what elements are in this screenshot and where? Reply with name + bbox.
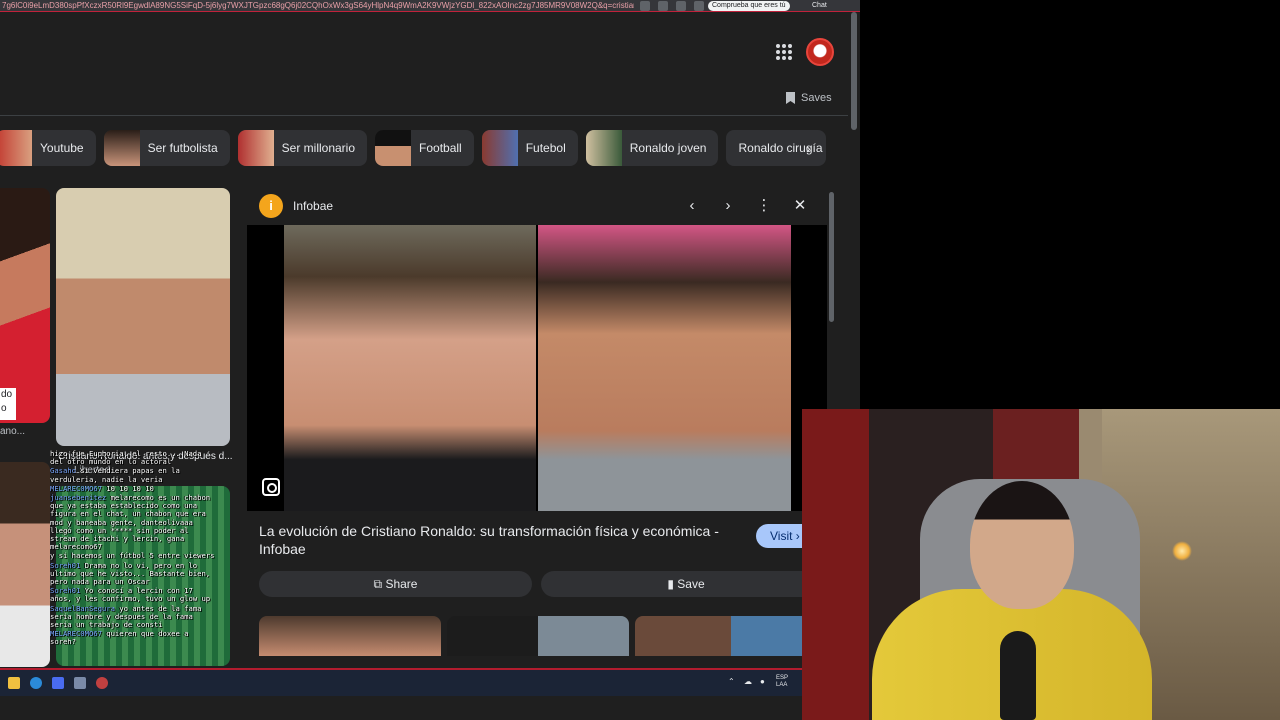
chip-label: Futebol bbox=[525, 141, 566, 155]
chip-label: Youtube bbox=[40, 141, 84, 155]
related-image-2[interactable] bbox=[447, 616, 629, 656]
chat-message: hizo fue Euphoria, el resto... Nada del … bbox=[50, 450, 202, 467]
chevron-right-icon[interactable]: › bbox=[716, 194, 740, 218]
account-avatar[interactable] bbox=[806, 38, 834, 66]
chip-futebol[interactable]: Futebol bbox=[481, 130, 578, 166]
chevron-left-icon[interactable]: ‹ bbox=[680, 194, 704, 218]
infobae-logo-icon[interactable]: i bbox=[259, 194, 283, 218]
visit-label: Visit bbox=[770, 529, 793, 543]
preview-title-link[interactable]: La evolución de Cristiano Ronaldo: su tr… bbox=[259, 522, 739, 558]
more-vert-icon[interactable]: ⋮ bbox=[752, 194, 776, 218]
chip-ser-futbolista[interactable]: Ser futbolista bbox=[103, 130, 230, 166]
chip-thumbnail bbox=[0, 130, 32, 166]
result-image-3[interactable] bbox=[0, 462, 50, 667]
save-button[interactable]: ▮ Save bbox=[541, 571, 831, 597]
chip-label: Football bbox=[419, 141, 462, 155]
result-caption-1[interactable]: ano... bbox=[0, 426, 25, 437]
chat-message: Gasaho si vendiera papas en la verduleri… bbox=[50, 466, 180, 484]
edge-icon[interactable] bbox=[30, 677, 42, 689]
preview-image-before bbox=[284, 225, 536, 511]
share-label: Share bbox=[385, 577, 418, 591]
chat-message: juansebenitez melarecomo es un chabon qu… bbox=[50, 493, 211, 552]
profile-pill[interactable]: Comprueba que eres tú bbox=[708, 1, 790, 11]
chip-ronaldo-joven[interactable]: Ronaldo joven bbox=[585, 130, 719, 166]
related-image-1[interactable] bbox=[259, 616, 441, 656]
chevron-right-icon: › bbox=[795, 529, 800, 543]
chrome-icon[interactable] bbox=[96, 677, 108, 689]
preview-image-after bbox=[538, 225, 791, 511]
chip-ronaldo-cirugia[interactable]: Ronaldo cirugía bbox=[726, 130, 827, 166]
chip-thumbnail bbox=[481, 130, 518, 166]
webcam-streamer-head bbox=[970, 481, 1074, 609]
google-lens-icon[interactable] bbox=[262, 478, 280, 496]
save-label: Save bbox=[677, 577, 705, 591]
chat-message: y si hacemos un fútbol 5 entre viewers bbox=[50, 551, 215, 561]
webcam-lamp bbox=[1172, 541, 1192, 561]
file-explorer-icon[interactable] bbox=[8, 677, 20, 689]
chip-thumbnail bbox=[103, 130, 140, 166]
chip-football[interactable]: Football bbox=[375, 130, 474, 166]
bookmark-icon: ▮ bbox=[667, 577, 674, 591]
windows-taskbar: ⌃ ☁ ● ESP LAA bbox=[0, 668, 805, 696]
google-apps-icon[interactable] bbox=[776, 44, 792, 60]
chip-thumbnail bbox=[585, 130, 622, 166]
saves-label: Saves bbox=[801, 92, 832, 104]
webcam-microphone bbox=[1000, 631, 1036, 720]
share-icon[interactable] bbox=[658, 1, 668, 11]
share-icon: ⧉ bbox=[373, 577, 383, 591]
language-indicator[interactable]: ESP LAA bbox=[776, 675, 788, 689]
chevron-right-icon[interactable]: › bbox=[806, 140, 811, 156]
chip-youtube[interactable]: Youtube bbox=[0, 130, 96, 166]
chat-message: Soreh01 Drama no lo vi, pero en lo ultim… bbox=[50, 560, 211, 587]
webcam-feed bbox=[802, 409, 1280, 720]
chip-thumbnail bbox=[237, 130, 274, 166]
related-searches-chips: Youtube Ser futbolista Ser millonario Fo… bbox=[0, 130, 830, 166]
result-image-2[interactable] bbox=[56, 188, 230, 446]
preview-image[interactable] bbox=[247, 225, 827, 511]
chevron-up-icon[interactable]: ⌃ bbox=[728, 678, 736, 686]
results-scrollbar[interactable] bbox=[829, 192, 834, 322]
bookmark-icon bbox=[786, 92, 795, 104]
extension-icon[interactable] bbox=[676, 1, 686, 11]
saves-button[interactable]: Saves bbox=[786, 92, 832, 104]
bookmark-star-icon[interactable] bbox=[694, 1, 704, 11]
chat-message: MELAREC0MO67 10 10 10 10 bbox=[50, 483, 154, 493]
chat-tab-label[interactable]: Chat bbox=[812, 0, 827, 11]
app-icon[interactable] bbox=[52, 677, 64, 689]
preview-source-name[interactable]: Infobae bbox=[293, 199, 333, 213]
result-overlay-text: do o bbox=[0, 388, 16, 420]
chip-ser-millonario[interactable]: Ser millonario bbox=[237, 130, 368, 166]
chip-label: Ronaldo joven bbox=[629, 141, 707, 155]
related-image-3[interactable] bbox=[635, 616, 827, 656]
chip-label: Ser millonario bbox=[281, 141, 356, 155]
share-button[interactable]: ⧉ Share bbox=[259, 571, 532, 597]
translate-icon[interactable] bbox=[640, 1, 650, 11]
image-preview-panel: i Infobae ‹ › ⋮ ✕ La evolución de Cristi… bbox=[247, 188, 836, 658]
chat-message: Soreh01 Yo conocí a lercin con 17 años, … bbox=[50, 586, 211, 604]
chip-thumbnail bbox=[375, 130, 412, 166]
address-bar[interactable]: 7g6lC0i9eLmD380spPfXczxR50Rl9EgwdlA89NG5… bbox=[0, 0, 860, 12]
chat-message: MELAREC0MO67 quieren que doxee a soreh? bbox=[50, 629, 189, 647]
close-icon[interactable]: ✕ bbox=[788, 194, 812, 218]
microphone-icon[interactable]: ● bbox=[760, 678, 768, 686]
cloud-icon[interactable]: ☁ bbox=[744, 678, 752, 686]
chip-label: Ser futbolista bbox=[147, 141, 218, 155]
app-icon[interactable] bbox=[74, 677, 86, 689]
url-text[interactable]: 7g6lC0i9eLmD380spPfXczxR50Rl9EgwdlA89NG5… bbox=[2, 0, 634, 11]
page-scrollbar[interactable] bbox=[851, 12, 857, 130]
chat-message: SaquelBanSegura yo antes de la fama seri… bbox=[50, 603, 202, 630]
header-divider bbox=[0, 115, 848, 116]
